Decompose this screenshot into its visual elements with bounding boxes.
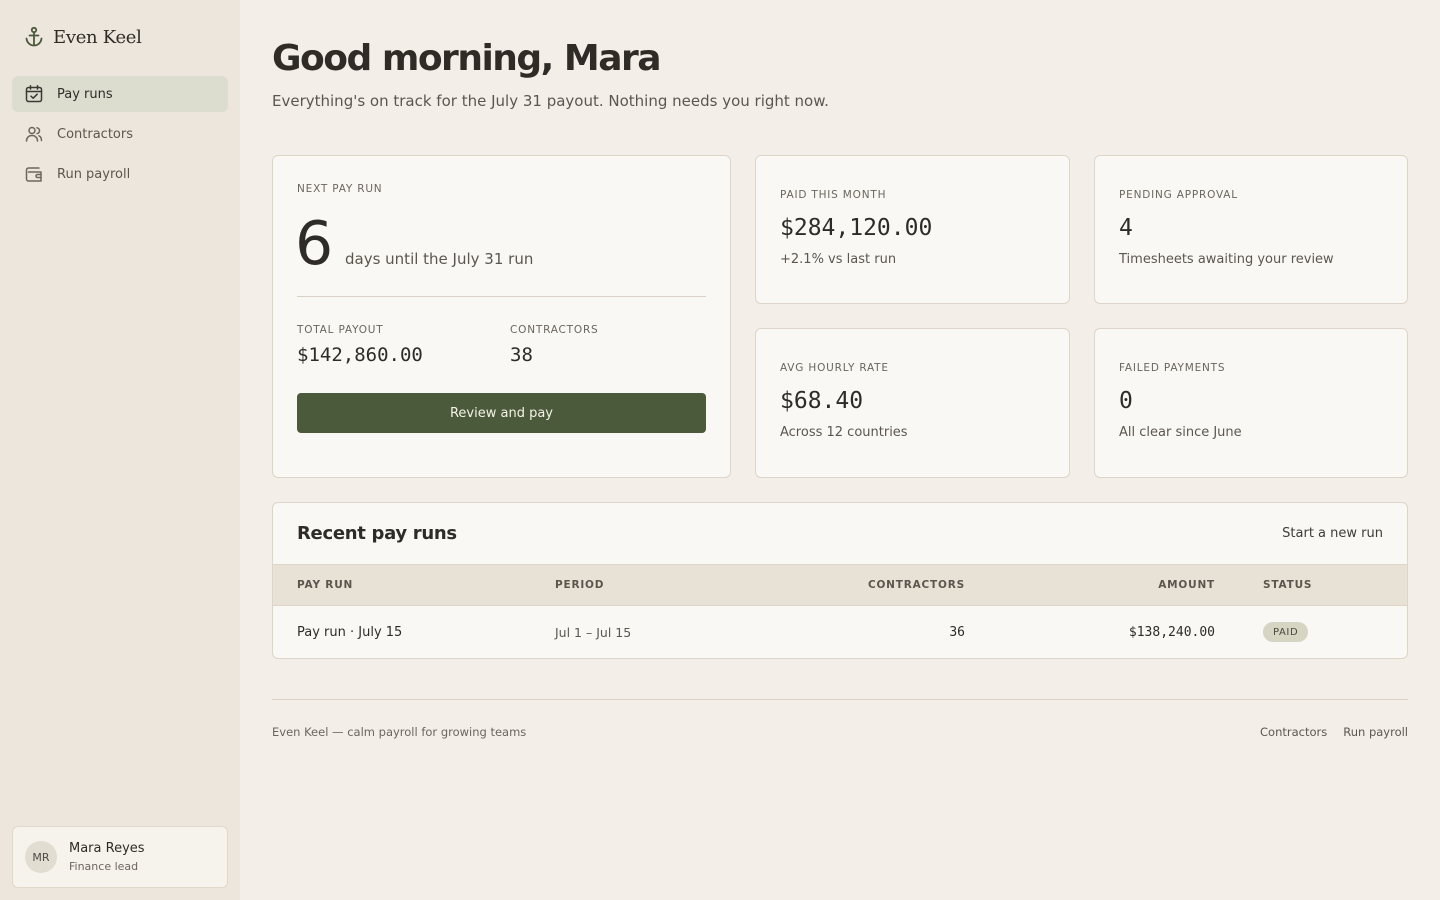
- total-payout-value: $142,860.00: [297, 344, 423, 366]
- divider: [297, 296, 706, 297]
- kpi-subtext: Timesheets awaiting your review: [1119, 252, 1334, 267]
- pay-run-contractors: 36: [949, 625, 965, 640]
- total-payout-stat: TOTAL PAYOUT $142,860.00: [297, 324, 423, 366]
- column-header-contractors[interactable]: CONTRACTORS: [868, 579, 965, 591]
- kpi-value: $68.40: [780, 388, 864, 414]
- page-title: Good morning, Mara: [272, 38, 662, 79]
- kpi-value: $284,120.00: [780, 215, 933, 241]
- kpi-subtext: +2.1% vs last run: [780, 252, 897, 267]
- sidebar-item-contractors[interactable]: Contractors: [12, 116, 228, 152]
- page-subtitle: Everything's on track for the July 31 pa…: [272, 92, 829, 110]
- column-header-period[interactable]: PERIOD: [555, 579, 604, 591]
- status-badge: PAID: [1263, 622, 1309, 642]
- next-pay-run-card: NEXT PAY RUN 6 days until the July 31 ru…: [272, 155, 731, 478]
- sidebar-item-label: Contractors: [57, 126, 133, 142]
- contractors-stat: CONTRACTORS 38: [510, 324, 599, 366]
- kpi-label: PENDING APPROVAL: [1119, 189, 1238, 201]
- users-icon: [25, 126, 43, 142]
- pay-run-amount: $138,240.00: [1128, 625, 1215, 640]
- kpi-label: FAILED PAYMENTS: [1119, 362, 1226, 374]
- recent-pay-runs-title: Recent pay runs: [297, 523, 457, 544]
- user-role: Finance lead: [69, 860, 139, 873]
- days-count: 6: [295, 209, 334, 279]
- sidebar-item-label: Pay runs: [57, 86, 113, 102]
- column-header-pay-run[interactable]: PAY RUN: [297, 579, 353, 591]
- avg-hourly-rate-card: AVG HOURLY RATE $68.40 Across 12 countri…: [755, 328, 1070, 478]
- kpi-subtext: All clear since June: [1119, 425, 1242, 440]
- footer-link-contractors[interactable]: Contractors: [1260, 725, 1327, 739]
- footer-links: Contractors Run payroll: [1260, 725, 1408, 739]
- kpi-label: PAID THIS MONTH: [780, 189, 887, 201]
- recent-pay-runs-card: Recent pay runs Start a new run PAY RUN …: [272, 502, 1408, 659]
- review-and-pay-button[interactable]: Review and pay: [297, 393, 706, 433]
- total-payout-label: TOTAL PAYOUT: [297, 324, 384, 336]
- days-until-text: days until the July 31 run: [345, 250, 534, 268]
- anchor-icon: [25, 26, 43, 47]
- kpi-value: 4: [1119, 215, 1133, 241]
- paid-this-month-card: PAID THIS MONTH $284,120.00 +2.1% vs las…: [755, 155, 1070, 304]
- pending-approval-card: PENDING APPROVAL 4 Timesheets awaiting y…: [1094, 155, 1408, 304]
- sidebar-item-pay-runs[interactable]: Pay runs: [12, 76, 228, 112]
- pay-run-name: Pay run · July 15: [297, 625, 403, 640]
- table-row[interactable]: Pay run · July 15 Jul 1 – Jul 15 36 $138…: [273, 606, 1407, 658]
- contractors-label: CONTRACTORS: [510, 324, 599, 336]
- failed-payments-card: FAILED PAYMENTS 0 All clear since June: [1094, 328, 1408, 478]
- calendar-check-icon: [25, 85, 43, 103]
- footer-tagline: Even Keel — calm payroll for growing tea…: [272, 725, 527, 739]
- kpi-value: 0: [1119, 388, 1133, 414]
- sidebar-nav: Pay runs Contractors Run payroll: [12, 76, 228, 196]
- sidebar-item-label: Run payroll: [57, 166, 131, 182]
- wallet-icon: [25, 167, 42, 182]
- avatar: MR: [25, 841, 57, 873]
- user-name: Mara Reyes: [69, 841, 145, 856]
- kpi-subtext: Across 12 countries: [780, 425, 908, 440]
- start-new-run-link[interactable]: Start a new run: [1282, 526, 1383, 541]
- next-pay-run-label: NEXT PAY RUN: [297, 183, 383, 195]
- pay-run-period: Jul 1 – Jul 15: [555, 625, 632, 640]
- contractors-value: 38: [510, 344, 533, 366]
- table-header: PAY RUN PERIOD CONTRACTORS AMOUNT STATUS: [273, 564, 1407, 606]
- column-header-status[interactable]: STATUS: [1263, 579, 1312, 591]
- footer-divider: [272, 699, 1408, 700]
- brand-name: Even Keel: [53, 26, 142, 48]
- footer-link-run-payroll[interactable]: Run payroll: [1343, 725, 1408, 739]
- sidebar-item-run-payroll[interactable]: Run payroll: [12, 156, 228, 192]
- sidebar: Even Keel Pay runs Contractors Run payro…: [0, 0, 240, 900]
- column-header-amount[interactable]: AMOUNT: [1158, 579, 1215, 591]
- user-card[interactable]: MR Mara Reyes Finance lead: [12, 826, 228, 888]
- brand[interactable]: Even Keel: [24, 26, 142, 48]
- kpi-label: AVG HOURLY RATE: [780, 362, 889, 374]
